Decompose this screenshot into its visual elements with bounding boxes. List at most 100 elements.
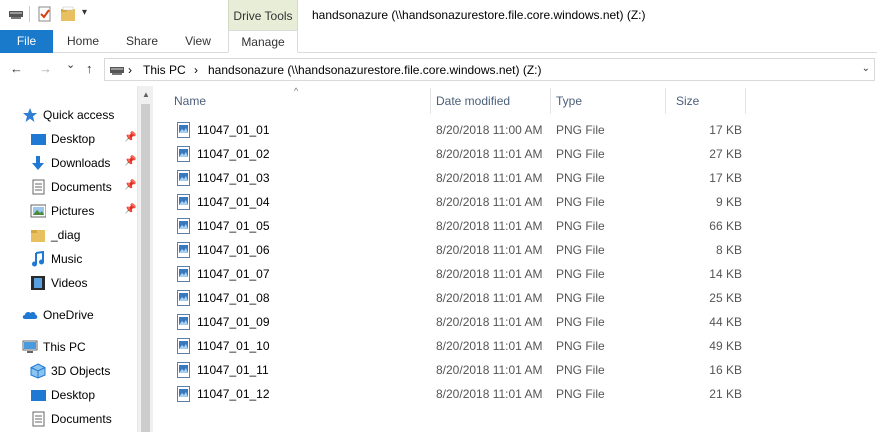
column-divider[interactable] [430,88,431,114]
file-type: PNG File [556,387,605,401]
breadcrumb-separator[interactable]: › [194,63,198,77]
sidebar-item-label: Quick access [43,108,115,122]
sidebar-item-onedrive[interactable]: OneDrive [0,304,137,326]
file-row[interactable]: 11047_01_11 8/20/2018 11:01 AM PNG File 16 … [173,358,753,382]
tab-home[interactable]: Home [60,30,106,53]
up-button[interactable]: ↑ [86,61,93,76]
file-row[interactable]: 11047_01_05 8/20/2018 11:01 AM PNG File 66 … [173,214,753,238]
sidebar-item-desktop[interactable]: Desktop 📌 [0,128,137,150]
drive-icon [109,62,125,81]
png-file-icon [177,218,190,234]
sidebar-item-label: Videos [51,276,88,290]
file-name: 11047_01_12 [197,387,270,401]
desktop-icon [30,131,46,147]
file-date-modified: 8/20/2018 11:01 AM [436,243,543,257]
sidebar-item-this-pc[interactable]: This PC [0,336,137,358]
file-date-modified: 8/20/2018 11:01 AM [436,219,543,233]
file-row[interactable]: 11047_01_07 8/20/2018 11:01 AM PNG File 14 … [173,262,753,286]
file-name: 11047_01_07 [197,267,270,281]
sidebar-item-label: OneDrive [43,308,94,322]
file-row[interactable]: 11047_01_10 8/20/2018 11:01 AM PNG File 49 … [173,334,753,358]
sidebar-item-documents-pc[interactable]: Documents [0,408,137,430]
file-type: PNG File [556,339,605,353]
recent-locations-button[interactable]: ⌄ [66,58,75,71]
sidebar-item-desktop-pc[interactable]: Desktop [0,384,137,406]
file-row[interactable]: 11047_01_01 8/20/2018 11:00 AM PNG File 17 … [173,118,753,142]
file-size: 25 KB [709,291,742,305]
title-bar: ▾ Drive Tools handsonazure (\\handsonazu… [0,0,877,30]
png-file-icon [177,170,190,186]
sidebar-item-quick-access[interactable]: Quick access [0,104,137,126]
file-name: 11047_01_06 [197,243,270,257]
file-date-modified: 8/20/2018 11:01 AM [436,195,543,209]
sidebar-item-downloads[interactable]: Downloads 📌 [0,152,137,174]
column-divider[interactable] [745,88,746,114]
folder-icon [30,227,46,243]
png-file-icon [177,338,190,354]
qat-dropdown-icon[interactable]: ▾ [82,7,87,18]
music-icon [30,250,46,267]
png-file-icon [177,362,190,378]
file-size: 17 KB [709,171,742,185]
file-date-modified: 8/20/2018 11:01 AM [436,339,543,353]
tab-view[interactable]: View [178,30,218,53]
file-date-modified: 8/20/2018 11:00 AM [436,123,543,137]
pin-icon[interactable]: 📌 [124,180,136,191]
tab-file[interactable]: File [0,30,53,53]
sidebar-item-documents[interactable]: Documents 📌 [0,176,137,198]
sidebar-item-label: Music [51,252,83,266]
tab-manage[interactable]: Manage [228,30,298,53]
sidebar-scrollbar[interactable]: ▲ [137,86,153,432]
back-button[interactable]: ← [10,61,23,76]
file-list: ^ Name Date modified Type Size 11047_01_… [153,86,877,432]
breadcrumb-separator[interactable]: › [128,63,132,77]
file-size: 17 KB [709,123,742,137]
breadcrumb-this-pc[interactable]: This PC [143,63,186,77]
properties-icon[interactable] [37,6,53,22]
file-name: 11047_01_02 [197,147,270,161]
forward-button[interactable]: → [39,61,52,76]
file-size: 44 KB [709,315,742,329]
file-type: PNG File [556,147,605,161]
file-size: 14 KB [709,267,742,281]
file-date-modified: 8/20/2018 11:01 AM [436,291,543,305]
sidebar-item-pictures[interactable]: Pictures 📌 [0,200,137,222]
pin-icon[interactable]: 📌 [124,156,136,167]
ribbon-tabs: File Home Share View Manage [0,30,877,53]
sidebar-item-diag[interactable]: _diag [0,224,137,246]
address-dropdown-icon[interactable]: ⌄ [862,63,870,74]
column-divider[interactable] [665,88,666,114]
cube-icon [30,363,46,379]
desktop-icon [30,387,46,403]
png-file-icon [177,266,190,282]
cloud-icon [22,307,38,323]
file-row[interactable]: 11047_01_08 8/20/2018 11:01 AM PNG File 25 … [173,286,753,310]
column-divider[interactable] [550,88,551,114]
documents-icon [30,179,46,195]
breadcrumb-drive[interactable]: handsonazure (\\handsonazurestore.file.c… [208,63,542,77]
new-folder-icon[interactable] [60,6,76,22]
sidebar-item-music[interactable]: Music [0,248,137,270]
file-row[interactable]: 11047_01_12 8/20/2018 11:01 AM PNG File 21 … [173,382,753,406]
sidebar-item-label: Desktop [51,388,96,402]
file-row[interactable]: 11047_01_02 8/20/2018 11:01 AM PNG File 27 … [173,142,753,166]
column-header-date-modified[interactable]: Date modified [436,94,510,114]
scroll-up-arrow-icon[interactable]: ▲ [142,90,150,99]
column-header-name[interactable]: Name [174,94,206,114]
column-header-type[interactable]: Type [556,94,582,114]
file-name: 11047_01_11 [197,363,269,377]
pin-icon[interactable]: 📌 [124,204,136,215]
file-row[interactable]: 11047_01_03 8/20/2018 11:01 AM PNG File 17 … [173,166,753,190]
column-header-size[interactable]: Size [676,94,699,114]
tab-share[interactable]: Share [120,30,164,53]
scrollbar-thumb[interactable] [141,104,150,432]
address-bar[interactable]: › This PC › handsonazure (\\handsonazure… [104,58,875,81]
file-row[interactable]: 11047_01_04 8/20/2018 11:01 AM PNG File 9 K… [173,190,753,214]
navigation-row: ← → ⌄ ↑ › This PC › handsonazure (\\hand… [0,53,877,86]
sidebar-item-3d-objects[interactable]: 3D Objects [0,360,137,382]
sidebar-item-videos[interactable]: Videos [0,272,137,294]
file-row[interactable]: 11047_01_09 8/20/2018 11:01 AM PNG File 44 … [173,310,753,334]
file-row[interactable]: 11047_01_06 8/20/2018 11:01 AM PNG File 8 K… [173,238,753,262]
pin-icon[interactable]: 📌 [124,132,136,143]
file-name: 11047_01_05 [197,219,270,233]
